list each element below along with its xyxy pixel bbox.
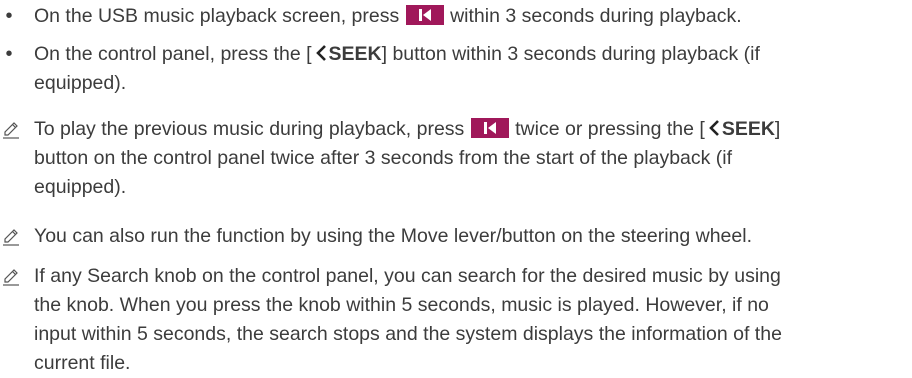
pencil-note-icon — [3, 229, 19, 246]
chevron-left-icon — [315, 45, 326, 61]
body-text: equipped). — [34, 176, 127, 198]
body-text: If any Search knob on the control panel,… — [34, 265, 781, 287]
text-line: equipped). — [34, 173, 900, 202]
text-line: If any Search knob on the control panel,… — [34, 262, 900, 291]
bullet-text: On the USB music playback screen, press … — [34, 2, 900, 31]
note-text: If any Search knob on the control panel,… — [34, 262, 900, 378]
bullet-dot: • — [5, 5, 13, 27]
text-line: the knob. When you press the knob within… — [34, 291, 900, 320]
text-line: On the USB music playback screen, press … — [34, 2, 900, 31]
body-text: button on the control panel twice after … — [34, 147, 733, 169]
bullet-dot: • — [5, 43, 13, 65]
note-text: To play the previous music during playba… — [34, 115, 900, 202]
text-line: equipped). — [34, 69, 900, 98]
text-line: input within 5 seconds, the search stops… — [34, 320, 900, 349]
body-text: To play the previous music during playba… — [34, 118, 470, 140]
body-text: current file. — [34, 352, 131, 374]
text-line: On the control panel, press the [ SEEK] b… — [34, 40, 900, 69]
chevron-left-icon — [708, 120, 719, 136]
button-name-text: SEEK — [328, 43, 382, 65]
body-text: On the control panel, press the [ — [34, 43, 312, 65]
manual-page: • On the USB music playback screen, pres… — [0, 0, 912, 377]
body-text: ] button within 3 seconds during playbac… — [381, 43, 760, 65]
text-line: button on the control panel twice after … — [34, 144, 900, 173]
text-line: You can also run the function by using t… — [34, 222, 900, 251]
body-text: equipped). — [34, 72, 127, 94]
bullet-text: On the control panel, press the [ SEEK] b… — [34, 40, 900, 98]
pencil-note-icon — [3, 122, 19, 139]
body-text: twice or pressing the [ — [509, 118, 705, 140]
body-text: within 3 seconds during playback. — [444, 5, 742, 27]
body-text: On the USB music playback screen, press — [34, 5, 405, 27]
body-text: input within 5 seconds, the search stops… — [34, 323, 782, 345]
body-text: You can also run the function by using t… — [34, 225, 752, 247]
text-line: current file. — [34, 349, 900, 378]
pencil-note-icon — [3, 269, 19, 286]
skip-previous-icon — [470, 118, 509, 138]
text-line: To play the previous music during playba… — [34, 115, 900, 144]
button-name-text: SEEK — [721, 118, 775, 140]
body-text: the knob. When you press the knob within… — [34, 294, 769, 316]
note-text: You can also run the function by using t… — [34, 222, 900, 251]
body-text: ] — [774, 118, 781, 140]
skip-previous-icon — [405, 5, 444, 25]
